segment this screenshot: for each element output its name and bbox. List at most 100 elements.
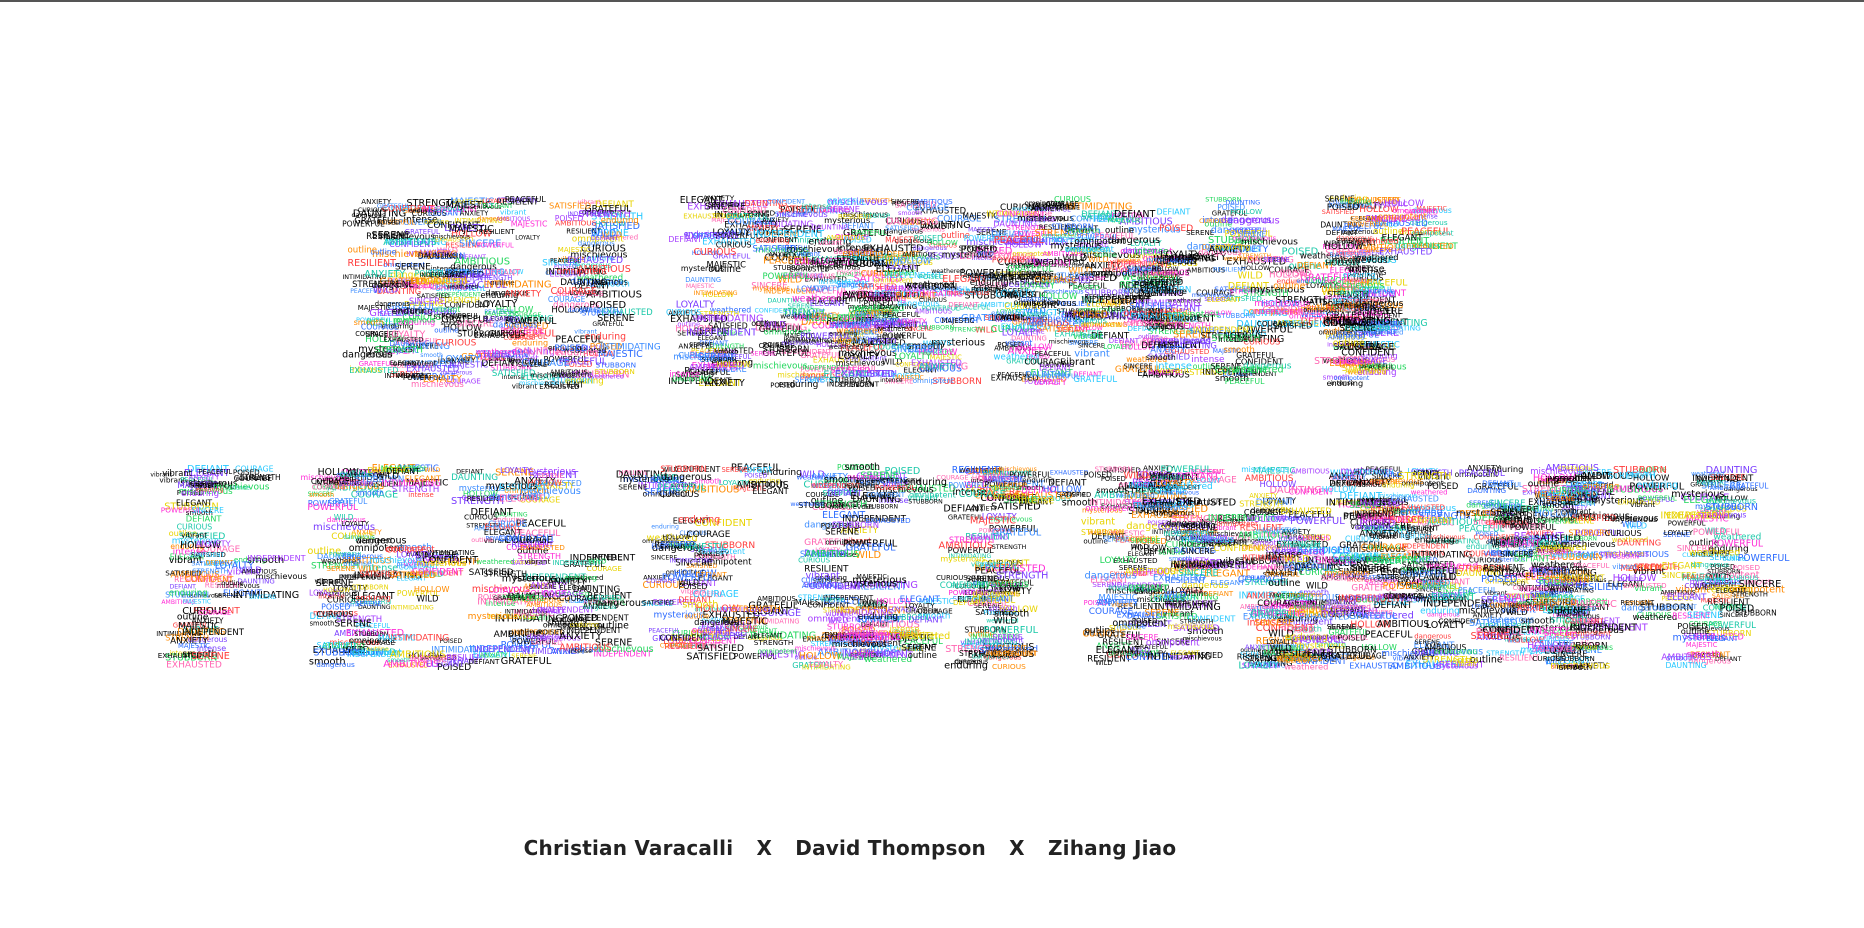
art-word: mischievous xyxy=(1324,281,1385,292)
art-word: CONFIDENT xyxy=(1341,348,1396,359)
art-word: GRATEFUL xyxy=(329,497,368,506)
art-word: SATISFIED xyxy=(1272,322,1312,331)
art-word: COURAGE xyxy=(355,330,388,338)
art-word: EXHAUSTED xyxy=(520,543,565,552)
art-word: PEACEFUL xyxy=(1225,377,1265,386)
art-word: COURAGE xyxy=(198,609,231,617)
art-word: AMBITIOUS xyxy=(963,271,1005,280)
art-word: POISED xyxy=(554,344,588,354)
art-word: SINCERE xyxy=(1500,550,1533,559)
art-word: STRENGTH xyxy=(1336,236,1371,244)
art-word: enduring xyxy=(1340,197,1371,205)
art-word: HOLLOW xyxy=(799,651,842,662)
art-word: SATISFIED xyxy=(1129,300,1171,310)
art-word: POWERFUL xyxy=(984,625,1039,636)
art-word: PEACEFUL xyxy=(648,627,680,634)
art-word: vibrant xyxy=(181,531,207,540)
art-word: SERENE xyxy=(334,619,372,630)
art-word: RESILIENT xyxy=(1484,563,1524,572)
art-word: POWERFUL xyxy=(1042,373,1080,381)
art-word: INDEPENDENT xyxy=(986,648,1038,657)
art-word: WILD xyxy=(1626,521,1647,531)
art-word: STRENGTH xyxy=(1336,360,1370,367)
art-word: STRENGTH xyxy=(1335,301,1375,310)
art-word: CURIOUS xyxy=(693,247,736,258)
art-word: CURIOUS xyxy=(464,513,498,522)
art-word: vibrant xyxy=(1005,338,1032,347)
art-word: POISED xyxy=(1134,280,1169,291)
art-word: DEFIANT xyxy=(948,300,979,309)
art-word: weathered xyxy=(1233,364,1284,375)
art-word: POWERFUL xyxy=(1693,528,1742,538)
art-word: INTIMIDATING xyxy=(839,629,886,637)
art-word: POISED xyxy=(1733,563,1761,572)
art-word: omnipotent xyxy=(1146,638,1200,649)
art-word: LOYALTY xyxy=(532,605,567,615)
art-word: POISED xyxy=(1453,657,1479,665)
art-word: CURIOUS xyxy=(317,610,354,619)
art-word: enduring xyxy=(755,236,790,245)
art-word: STRENGTH xyxy=(1732,591,1768,599)
art-word: STUBBORN xyxy=(908,499,943,506)
art-word: CURIOUS xyxy=(1298,534,1331,542)
art-word: DAUNTING xyxy=(418,251,458,260)
art-word: AMBITIOUS xyxy=(242,569,277,576)
art-word: DAUNTING xyxy=(685,276,721,284)
art-word: MAJESTIC xyxy=(1697,480,1726,487)
art-word: HOLLOW xyxy=(1204,310,1231,317)
credit-separator-2: X xyxy=(1009,836,1025,860)
art-word: DEFIANT xyxy=(1500,538,1541,549)
art-word: HOLLOW xyxy=(1152,266,1178,273)
art-word: INDEPENDENT xyxy=(420,272,465,279)
art-word: WILD xyxy=(424,467,440,474)
art-word: smooth xyxy=(1084,269,1113,278)
art-word: INTIMIDATING xyxy=(600,343,661,353)
art-word: SINCERE xyxy=(1078,342,1105,349)
art-word: POWERFUL xyxy=(1401,570,1446,579)
art-word: GRATEFUL xyxy=(1073,375,1117,385)
art-word: PEACEFUL xyxy=(199,468,233,476)
art-word: DEFIANT xyxy=(1571,617,1600,625)
art-word: STUBBORN xyxy=(594,367,635,376)
art-word: MAJESTIC xyxy=(1332,225,1363,233)
word-art-row-1: INTIMIDATINGHOLLOWLOYALTYGRATEFULPOWERFU… xyxy=(342,194,1458,391)
art-word: SERENE xyxy=(751,350,776,358)
art-word: enduring xyxy=(1484,500,1521,510)
art-word: enduring xyxy=(169,588,208,598)
art-word: GRATEFUL xyxy=(493,595,526,602)
art-word: enduring xyxy=(1214,242,1250,252)
art-word: ELEGANT xyxy=(754,632,783,639)
art-word: HOLLOW xyxy=(1325,258,1360,267)
art-word: POISED xyxy=(679,582,708,591)
art-word: dangerous xyxy=(568,307,600,314)
art-word: vibrant xyxy=(500,208,526,217)
art-word: SINCERE xyxy=(891,344,934,355)
art-word: vibrant xyxy=(1372,533,1396,541)
art-word: GRATEFUL xyxy=(1292,635,1338,645)
art-word: outline xyxy=(1138,333,1159,340)
art-word: GRATEFUL xyxy=(501,656,552,667)
art-word: WILD xyxy=(1270,643,1292,653)
art-word: mischievous xyxy=(1600,550,1649,559)
art-word: smooth xyxy=(309,491,334,499)
art-word: ANXIETY xyxy=(548,577,587,587)
art-word: HOLLOW xyxy=(1269,271,1308,281)
art-word: EXHAUSTED xyxy=(567,256,623,266)
art-word: MAJESTIC xyxy=(183,599,211,606)
art-word: SERENE xyxy=(537,472,564,480)
art-word: mischievous xyxy=(433,233,470,240)
art-word: DEFIANT xyxy=(908,614,944,624)
art-word: SATISFIED xyxy=(549,200,591,210)
typographic-word-art: INTIMIDATINGHOLLOWLOYALTYGRATEFULPOWERFU… xyxy=(150,194,1790,673)
art-word: intense xyxy=(1191,355,1225,365)
art-word: WILD xyxy=(588,557,606,565)
art-word: ANXIETY xyxy=(678,342,709,351)
art-word: SERENE xyxy=(1546,494,1575,503)
art-word: MAJESTIC xyxy=(178,642,210,650)
art-word: enduring xyxy=(842,248,883,259)
art-word: ELEGANT xyxy=(499,494,544,505)
art-word: STUBBORN xyxy=(351,584,388,592)
art-word: omnipotent xyxy=(552,371,592,379)
art-word: STUBBORN xyxy=(1571,633,1610,642)
credit-name-1: Christian Varacalli xyxy=(523,836,734,860)
